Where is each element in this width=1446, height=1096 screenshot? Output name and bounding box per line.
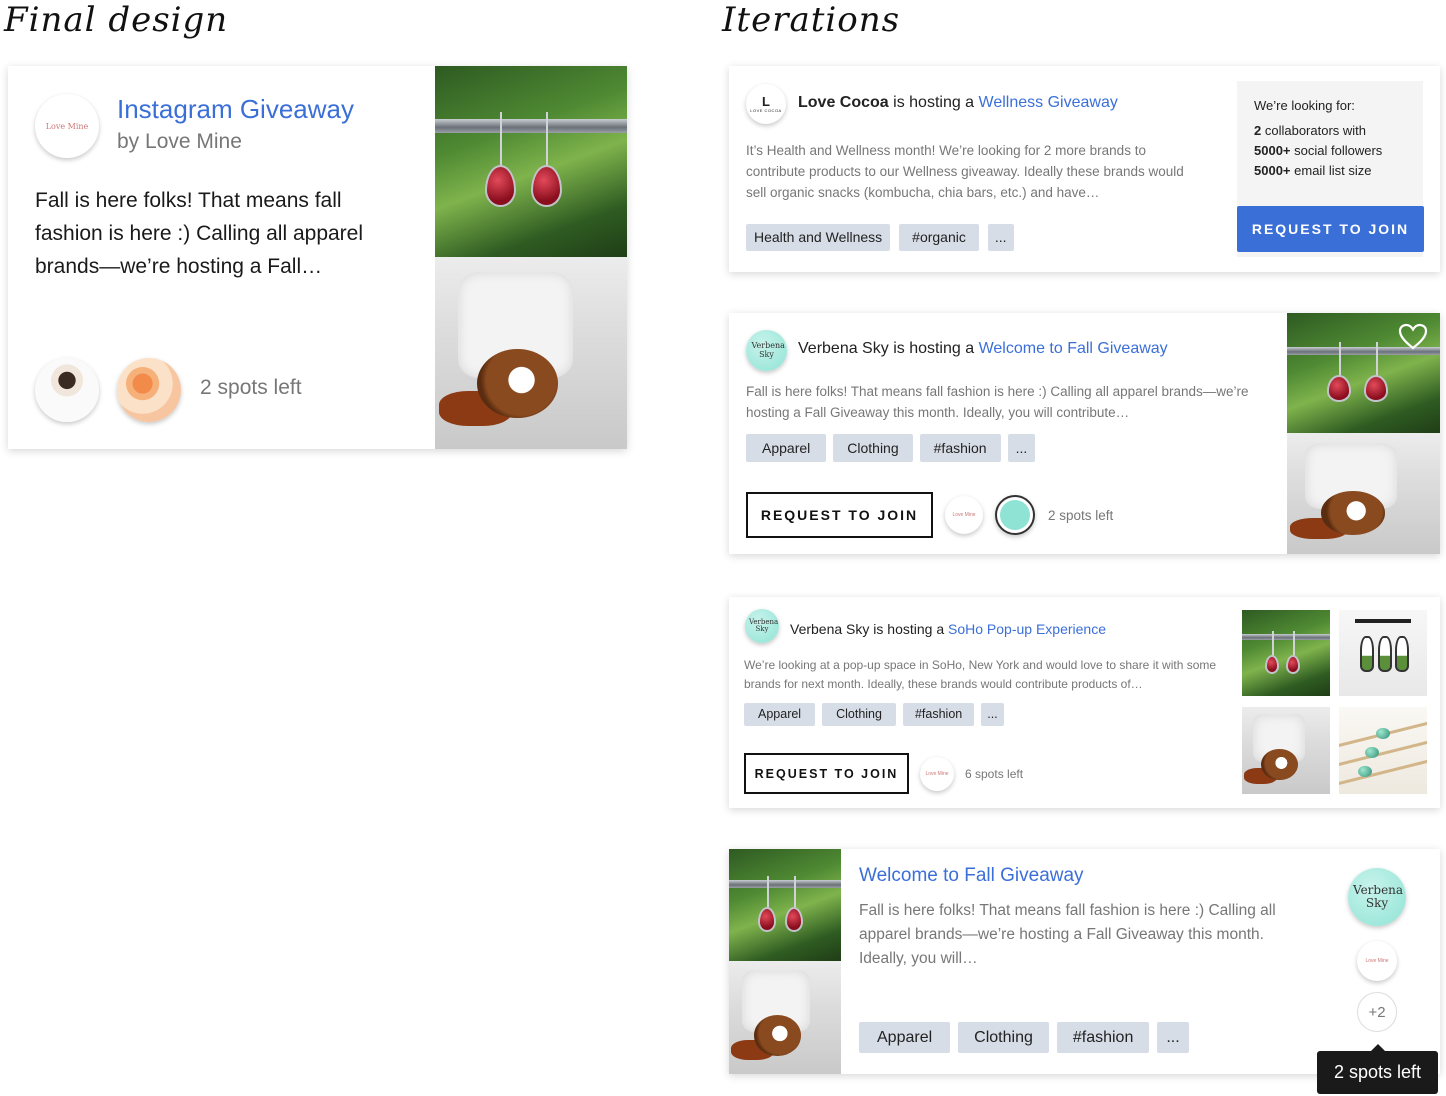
giveaway-byline: by Love Mine — [117, 130, 242, 153]
participant-avatar-love-mine: Love Mine — [1357, 941, 1397, 981]
tag-clothing[interactable]: Clothing — [833, 434, 913, 462]
more-participants-count: +2 — [1368, 1003, 1386, 1021]
spots-left: 6 spots left — [965, 767, 1024, 781]
participant-avatar-2 — [995, 495, 1035, 535]
tooltip-text: 2 spots left — [1333, 1062, 1422, 1082]
earrings-photo — [435, 66, 627, 257]
requirements-heading: We’re looking for: — [1254, 98, 1355, 113]
card-heading: Verbena Sky is hosting a SoHo Pop-up Exp… — [790, 621, 1106, 637]
tag-more[interactable]: ... — [1157, 1022, 1189, 1053]
iteration-card-fall-compact[interactable]: Welcome to Fall Giveaway Fall is here fo… — [729, 849, 1440, 1074]
hosting-text: is hosting a — [893, 94, 975, 111]
verbena-sky-logo: Verbena Sky — [746, 330, 787, 371]
love-cocoa-logo: L LOVE COCOA — [746, 84, 786, 124]
host-name[interactable]: Verbena Sky — [790, 621, 869, 637]
participant-avatar-1 — [35, 358, 99, 422]
giveaway-title[interactable]: Instagram Giveaway — [117, 94, 354, 125]
more-participants-badge[interactable]: +2 — [1357, 992, 1397, 1032]
tag-more[interactable]: ... — [1007, 434, 1036, 462]
tag-fashion[interactable]: #fashion — [919, 434, 1001, 462]
verbena-sky-logo-text: Verbena Sky — [1353, 883, 1404, 910]
tag-fashion[interactable]: #fashion — [902, 703, 975, 726]
tag-apparel[interactable]: Apparel — [859, 1022, 951, 1053]
tag-more[interactable]: ... — [981, 703, 1004, 726]
dog-photo — [435, 257, 627, 449]
event-link[interactable]: SoHo Pop-up Experience — [948, 621, 1106, 637]
dog-photo — [1287, 433, 1440, 554]
tag-list: Apparel Clothing #fashion ... — [744, 703, 1004, 726]
bracelets-photo — [1339, 707, 1427, 794]
tag-list: Apparel Clothing #fashion ... — [746, 434, 1036, 462]
verbena-sky-logo: Verbena Sky — [745, 609, 779, 643]
request-to-join-button[interactable]: REQUEST TO JOIN — [746, 492, 933, 538]
dog-photo — [729, 961, 841, 1074]
card-heading: Love Cocoa is hosting a Wellness Giveawa… — [798, 94, 1118, 112]
earrings-photo — [729, 849, 841, 961]
iterations-heading: Iterations — [722, 0, 901, 40]
tag-apparel[interactable]: Apparel — [744, 703, 816, 726]
event-description: Fall is here folks! That means fall fash… — [746, 384, 1249, 420]
dog-photo — [1242, 707, 1330, 794]
verbena-sky-logo: Verbena Sky — [1348, 868, 1406, 926]
iteration-card-wellness[interactable]: L LOVE COCOA Love Cocoa is hosting a Wel… — [729, 66, 1440, 272]
verbena-sky-logo-text: Verbena Sky — [751, 341, 785, 359]
hosting-text: is hosting a — [873, 621, 945, 637]
earrings-photo — [1242, 610, 1330, 696]
event-link[interactable]: Welcome to Fall Giveaway — [979, 340, 1168, 357]
love-mine-logo: Love Mine — [35, 94, 99, 158]
participant-avatar-love-mine: Love Mine — [920, 757, 954, 791]
tag-apparel[interactable]: Apparel — [746, 434, 827, 462]
hosting-text: is hosting a — [893, 340, 975, 357]
love-cocoa-logo-text: LOVE COCOA — [750, 107, 782, 113]
requirement-collaborators: 2 collaborators with — [1254, 123, 1367, 138]
giveaway-title[interactable]: Welcome to Fall Giveaway — [859, 865, 1084, 887]
giveaway-description: Fall is here folks! That means fall fash… — [859, 902, 1276, 967]
card-heading: Verbena Sky is hosting a Welcome to Fall… — [798, 340, 1168, 358]
tag-organic[interactable]: #organic — [899, 224, 979, 251]
iteration-card-fall[interactable]: Verbena Sky Verbena Sky is hosting a Wel… — [729, 313, 1440, 554]
giveaway-description: Fall is here folks! That means fall fash… — [35, 189, 364, 278]
spots-left: 2 spots left — [200, 376, 302, 399]
tag-list: Health and Wellness #organic ... — [746, 224, 1014, 251]
event-link[interactable]: Wellness Giveaway — [979, 94, 1118, 111]
tag-clothing[interactable]: Clothing — [822, 703, 896, 726]
heart-icon[interactable] — [1398, 323, 1428, 350]
spots-left-tooltip: 2 spots left — [1317, 1044, 1438, 1094]
final-design-card[interactable]: Love Mine Instagram Giveaway by Love Min… — [8, 66, 627, 449]
iteration-card-soho[interactable]: Verbena Sky Verbena Sky is hosting a SoH… — [729, 597, 1440, 808]
spots-left: 2 spots left — [1048, 508, 1114, 523]
event-description: It’s Health and Wellness month! We’re lo… — [746, 143, 1184, 200]
participant-avatar-2 — [117, 358, 181, 422]
tag-clothing[interactable]: Clothing — [958, 1022, 1049, 1053]
event-description: We’re looking at a pop-up space in SoHo,… — [744, 658, 1217, 691]
tag-more[interactable]: ... — [987, 224, 1014, 251]
hanging-plants-photo — [1339, 610, 1427, 696]
tag-list: Apparel Clothing #fashion ... — [859, 1022, 1189, 1053]
host-name[interactable]: Love Cocoa — [798, 94, 889, 111]
request-to-join-button[interactable]: REQUEST TO JOIN — [744, 753, 909, 794]
participant-avatar-love-mine: Love Mine — [945, 496, 983, 534]
tag-fashion[interactable]: #fashion — [1056, 1022, 1150, 1053]
verbena-sky-logo-text: Verbena Sky — [749, 617, 779, 633]
request-to-join-button[interactable]: REQUEST TO JOIN — [1237, 206, 1424, 252]
final-design-heading: Final design — [4, 0, 229, 40]
host-name[interactable]: Verbena Sky — [798, 340, 889, 357]
love-mine-logo-text: Love Mine — [45, 121, 89, 131]
requirement-social: 5000+ social followers — [1254, 143, 1383, 158]
tag-health-wellness[interactable]: Health and Wellness — [746, 224, 891, 251]
requirement-email: 5000+ email list size — [1254, 163, 1372, 178]
